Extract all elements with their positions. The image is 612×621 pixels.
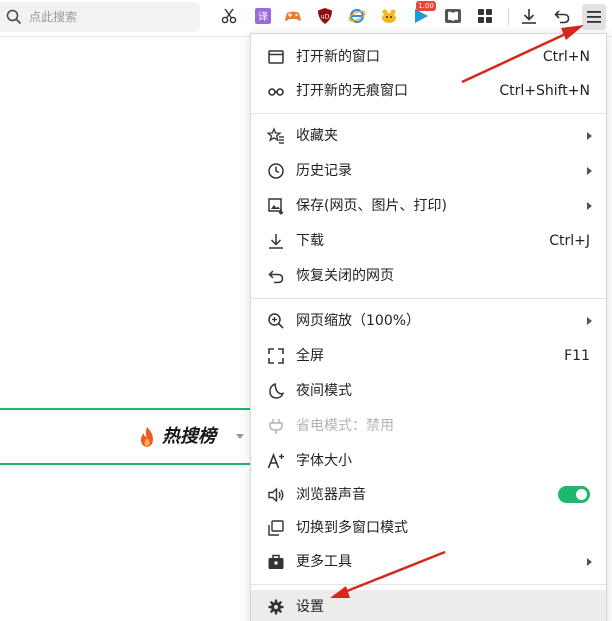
menu-item-zoom[interactable]: 网页缩放（100%） xyxy=(251,304,606,338)
menu-item-label: 历史记录 xyxy=(296,163,352,179)
menu-item-browser-sound[interactable]: 浏览器声音 xyxy=(251,478,606,512)
clock-icon xyxy=(267,162,285,180)
ie-icon[interactable] xyxy=(348,7,366,25)
menu-item-shortcut: F11 xyxy=(564,348,590,364)
menu-item-fullscreen[interactable]: 全屏 F11 xyxy=(251,339,606,373)
menu-item-save[interactable]: 保存(网页、图片、打印) xyxy=(251,189,606,223)
undo-icon[interactable] xyxy=(553,7,571,25)
menu-item-label: 打开新的无痕窗口 xyxy=(296,83,408,99)
menu-item-font-size[interactable]: 字体大小 xyxy=(251,444,606,478)
menu-item-label: 网页缩放（100%） xyxy=(296,313,421,329)
font-size-icon xyxy=(267,452,285,470)
gear-icon xyxy=(267,598,285,616)
submenu-arrow-icon xyxy=(587,167,592,175)
incognito-icon xyxy=(267,82,285,100)
menu-divider xyxy=(251,584,606,585)
menu-item-power-save: 省电模式：禁用 xyxy=(251,409,606,443)
save-page-icon xyxy=(267,197,285,215)
menu-item-label: 下载 xyxy=(296,233,324,249)
multi-window-icon xyxy=(267,519,285,537)
menu-item-history[interactable]: 历史记录 xyxy=(251,154,606,188)
menu-item-label: 浏览器声音 xyxy=(296,487,366,503)
sound-toggle[interactable] xyxy=(558,486,590,503)
hot-search-title[interactable]: 热搜榜 xyxy=(162,426,216,448)
menu-item-new-window[interactable]: 打开新的窗口 Ctrl+N xyxy=(251,40,606,74)
browser-toolbar: 点此搜索 译 uD 1.00 xyxy=(0,0,612,37)
menu-item-more-tools[interactable]: 更多工具 xyxy=(251,545,606,579)
menu-divider xyxy=(251,298,606,299)
chevron-down-icon[interactable] xyxy=(236,434,244,439)
menu-item-night-mode[interactable]: 夜间模式 xyxy=(251,374,606,408)
plug-icon xyxy=(267,417,285,435)
submenu-arrow-icon xyxy=(587,202,592,210)
menu-item-new-incognito-window[interactable]: 打开新的无痕窗口 Ctrl+Shift+N xyxy=(251,74,606,108)
menu-item-label: 打开新的窗口 xyxy=(296,49,380,65)
flame-icon xyxy=(138,426,156,448)
menu-icon xyxy=(587,11,601,23)
download-icon xyxy=(267,232,285,250)
scissors-icon[interactable] xyxy=(220,7,238,25)
toggle-knob xyxy=(576,489,587,500)
main-menu-button[interactable] xyxy=(582,4,606,30)
menu-item-favorites[interactable]: 收藏夹 xyxy=(251,119,606,153)
gamepad-icon[interactable] xyxy=(284,7,302,25)
menu-item-label: 全屏 xyxy=(296,348,324,364)
submenu-arrow-icon xyxy=(587,558,592,566)
moon-icon xyxy=(267,382,285,400)
menu-item-restore-closed[interactable]: 恢复关闭的网页 xyxy=(251,259,606,293)
menu-item-label: 字体大小 xyxy=(296,453,352,469)
star-list-icon xyxy=(267,127,285,145)
menu-divider xyxy=(251,113,606,114)
submenu-arrow-icon xyxy=(587,132,592,140)
reader-icon[interactable] xyxy=(444,7,462,25)
new-window-icon xyxy=(267,48,285,66)
menu-item-settings[interactable]: 设置 xyxy=(251,590,606,621)
menu-item-shortcut: Ctrl+N xyxy=(542,49,590,65)
download-icon[interactable] xyxy=(520,7,538,25)
pet-icon[interactable] xyxy=(380,7,398,25)
ublock-icon[interactable]: uD xyxy=(316,7,334,25)
browser-main-menu: 打开新的窗口 Ctrl+N 打开新的无痕窗口 Ctrl+Shift+N 收藏夹 … xyxy=(250,33,607,621)
submenu-arrow-icon xyxy=(587,317,592,325)
menu-item-shortcut: Ctrl+J xyxy=(549,233,590,249)
search-box[interactable]: 点此搜索 xyxy=(0,2,200,32)
menu-item-downloads[interactable]: 下载 Ctrl+J xyxy=(251,224,606,258)
menu-item-label: 切换到多窗口模式 xyxy=(296,520,408,536)
menu-item-label: 保存(网页、图片、打印) xyxy=(296,198,447,214)
toolbar-divider xyxy=(508,8,509,26)
toolbox-icon xyxy=(267,553,285,571)
speaker-icon xyxy=(267,486,285,504)
svg-text:uD: uD xyxy=(320,13,329,21)
menu-item-label: 省电模式：禁用 xyxy=(296,418,394,434)
fullscreen-icon xyxy=(267,347,285,365)
zoom-icon xyxy=(267,312,285,330)
play-badge: 1.00 xyxy=(416,1,436,11)
menu-item-shortcut: Ctrl+Shift+N xyxy=(499,83,590,99)
menu-item-label: 恢复关闭的网页 xyxy=(296,268,394,284)
restore-icon xyxy=(267,267,285,285)
search-placeholder: 点此搜索 xyxy=(29,10,78,24)
svg-text:译: 译 xyxy=(258,11,268,23)
menu-item-label: 更多工具 xyxy=(296,554,352,570)
menu-item-label: 夜间模式 xyxy=(296,383,352,399)
menu-item-multi-window[interactable]: 切换到多窗口模式 xyxy=(251,511,606,545)
apps-grid-icon[interactable] xyxy=(476,7,494,25)
search-icon xyxy=(6,9,22,25)
translate-icon[interactable]: 译 xyxy=(254,7,272,25)
menu-item-label: 收藏夹 xyxy=(296,128,338,144)
menu-item-label: 设置 xyxy=(296,599,324,615)
